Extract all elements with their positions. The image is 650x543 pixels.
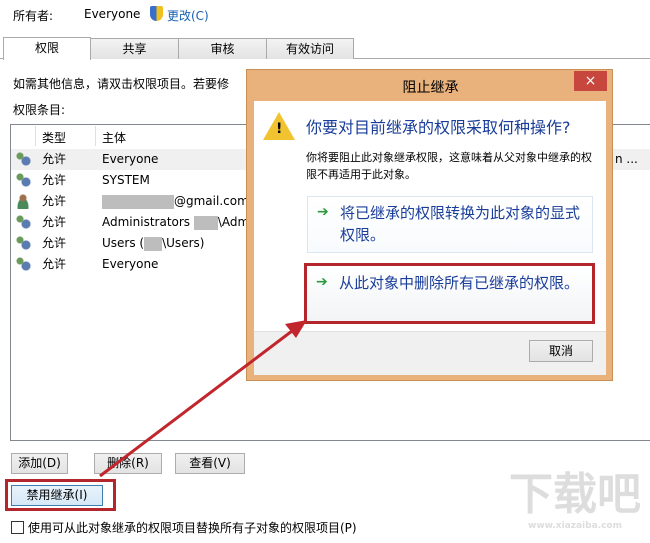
tab-permissions[interactable]: 权限 <box>3 37 91 60</box>
arrow-line <box>99 329 293 478</box>
annotation-arrow <box>99 320 307 478</box>
